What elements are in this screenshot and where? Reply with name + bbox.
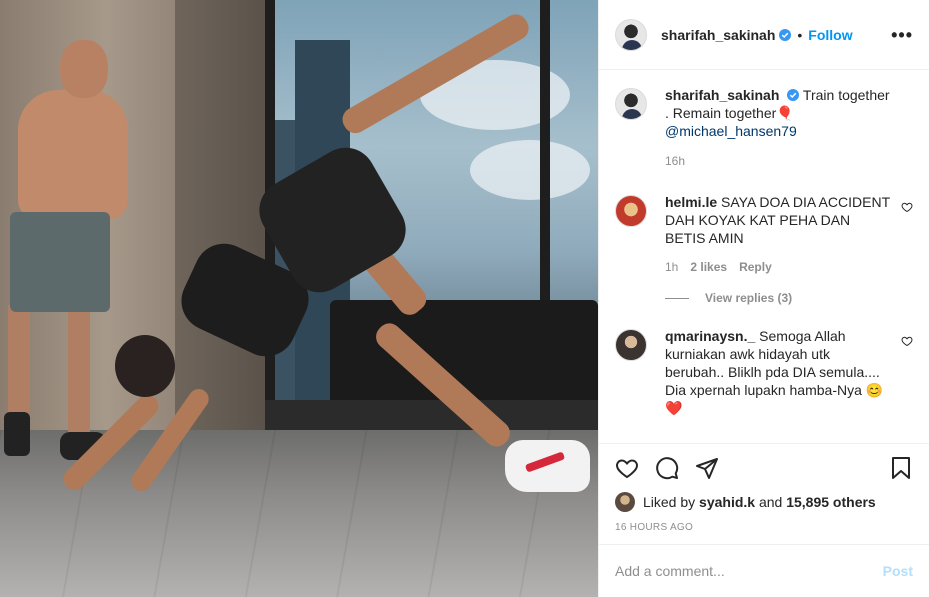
caption-username[interactable]: sharifah_sakinah [665, 87, 779, 103]
likes-count[interactable]: 15,895 others [786, 494, 876, 510]
photo-man-head [60, 40, 108, 98]
author-avatar[interactable] [615, 18, 647, 51]
post-header: sharifah_sakinah • Follow ••• [599, 0, 929, 70]
caption-mention[interactable]: @michael_hansen79 [665, 123, 797, 139]
liker-avatar[interactable] [615, 492, 635, 512]
commenter-avatar[interactable] [615, 329, 647, 361]
heart-icon[interactable] [615, 456, 639, 480]
caption-avatar[interactable] [615, 88, 647, 120]
post-timestamp[interactable]: 16 HOURS AGO [615, 522, 913, 533]
liked-by-and: and [758, 494, 783, 510]
replies-line [665, 297, 689, 299]
comment-heart-icon[interactable] [901, 335, 913, 347]
photo-woman-head [115, 335, 175, 397]
view-replies-label: View replies (3) [705, 291, 793, 305]
caption: sharifah_sakinah Train together . Remain… [615, 86, 913, 170]
photo-man-shorts [10, 212, 110, 312]
reply-button[interactable]: Reply [739, 258, 772, 276]
post-actions: Liked by syahid.k and 15,895 others 16 H… [599, 443, 929, 544]
photo-man-torso [18, 90, 128, 220]
photo-man-leg [68, 305, 90, 435]
comment-icon[interactable] [655, 456, 679, 480]
comment-likes[interactable]: 2 likes [690, 258, 727, 276]
comment-row: helmi.le SAYA DOA DIA ACCIDENT DAH KOYAK… [615, 193, 913, 276]
liked-by-user[interactable]: syahid.k [699, 494, 755, 510]
comments-list[interactable]: sharifah_sakinah Train together . Remain… [599, 70, 929, 443]
photo-cloud [470, 140, 590, 200]
balloon-emoji: 🎈 [776, 105, 794, 121]
commenter-avatar[interactable] [615, 195, 647, 227]
post-photo[interactable] [0, 0, 598, 597]
comment-input[interactable] [615, 563, 883, 579]
photo-man-shoe [4, 412, 30, 456]
view-replies-button[interactable]: View replies (3) [665, 291, 913, 305]
liked-by: Liked by syahid.k and 15,895 others [615, 492, 913, 512]
bookmark-icon[interactable] [889, 456, 913, 480]
photo-window-sill [265, 400, 598, 430]
verified-badge-icon [779, 28, 792, 41]
author-username[interactable]: sharifah_sakinah [661, 27, 775, 43]
post-comment-button[interactable]: Post [883, 563, 913, 579]
comment-age[interactable]: 1h [665, 258, 678, 276]
post-panel: sharifah_sakinah • Follow ••• sharifah_s… [598, 0, 929, 597]
share-icon[interactable] [695, 456, 719, 480]
verified-badge-icon [787, 89, 800, 101]
comment-username[interactable]: helmi.le [665, 194, 717, 210]
more-options-icon[interactable]: ••• [891, 26, 913, 44]
caption-age[interactable]: 16h [665, 152, 685, 170]
photo-man-leg [8, 305, 30, 415]
liked-by-prefix: Liked by [643, 494, 696, 510]
add-comment-bar: Post [599, 544, 929, 597]
comment-heart-icon[interactable] [901, 201, 913, 213]
follow-button[interactable]: Follow [808, 27, 852, 43]
comment-username[interactable]: qmarinaysn._ [665, 328, 755, 344]
photo-woman-shoe [505, 440, 590, 492]
comment-row: qmarinaysn._ Semoga Allah kurniakan awk … [615, 327, 913, 417]
separator-dot: • [797, 26, 803, 43]
